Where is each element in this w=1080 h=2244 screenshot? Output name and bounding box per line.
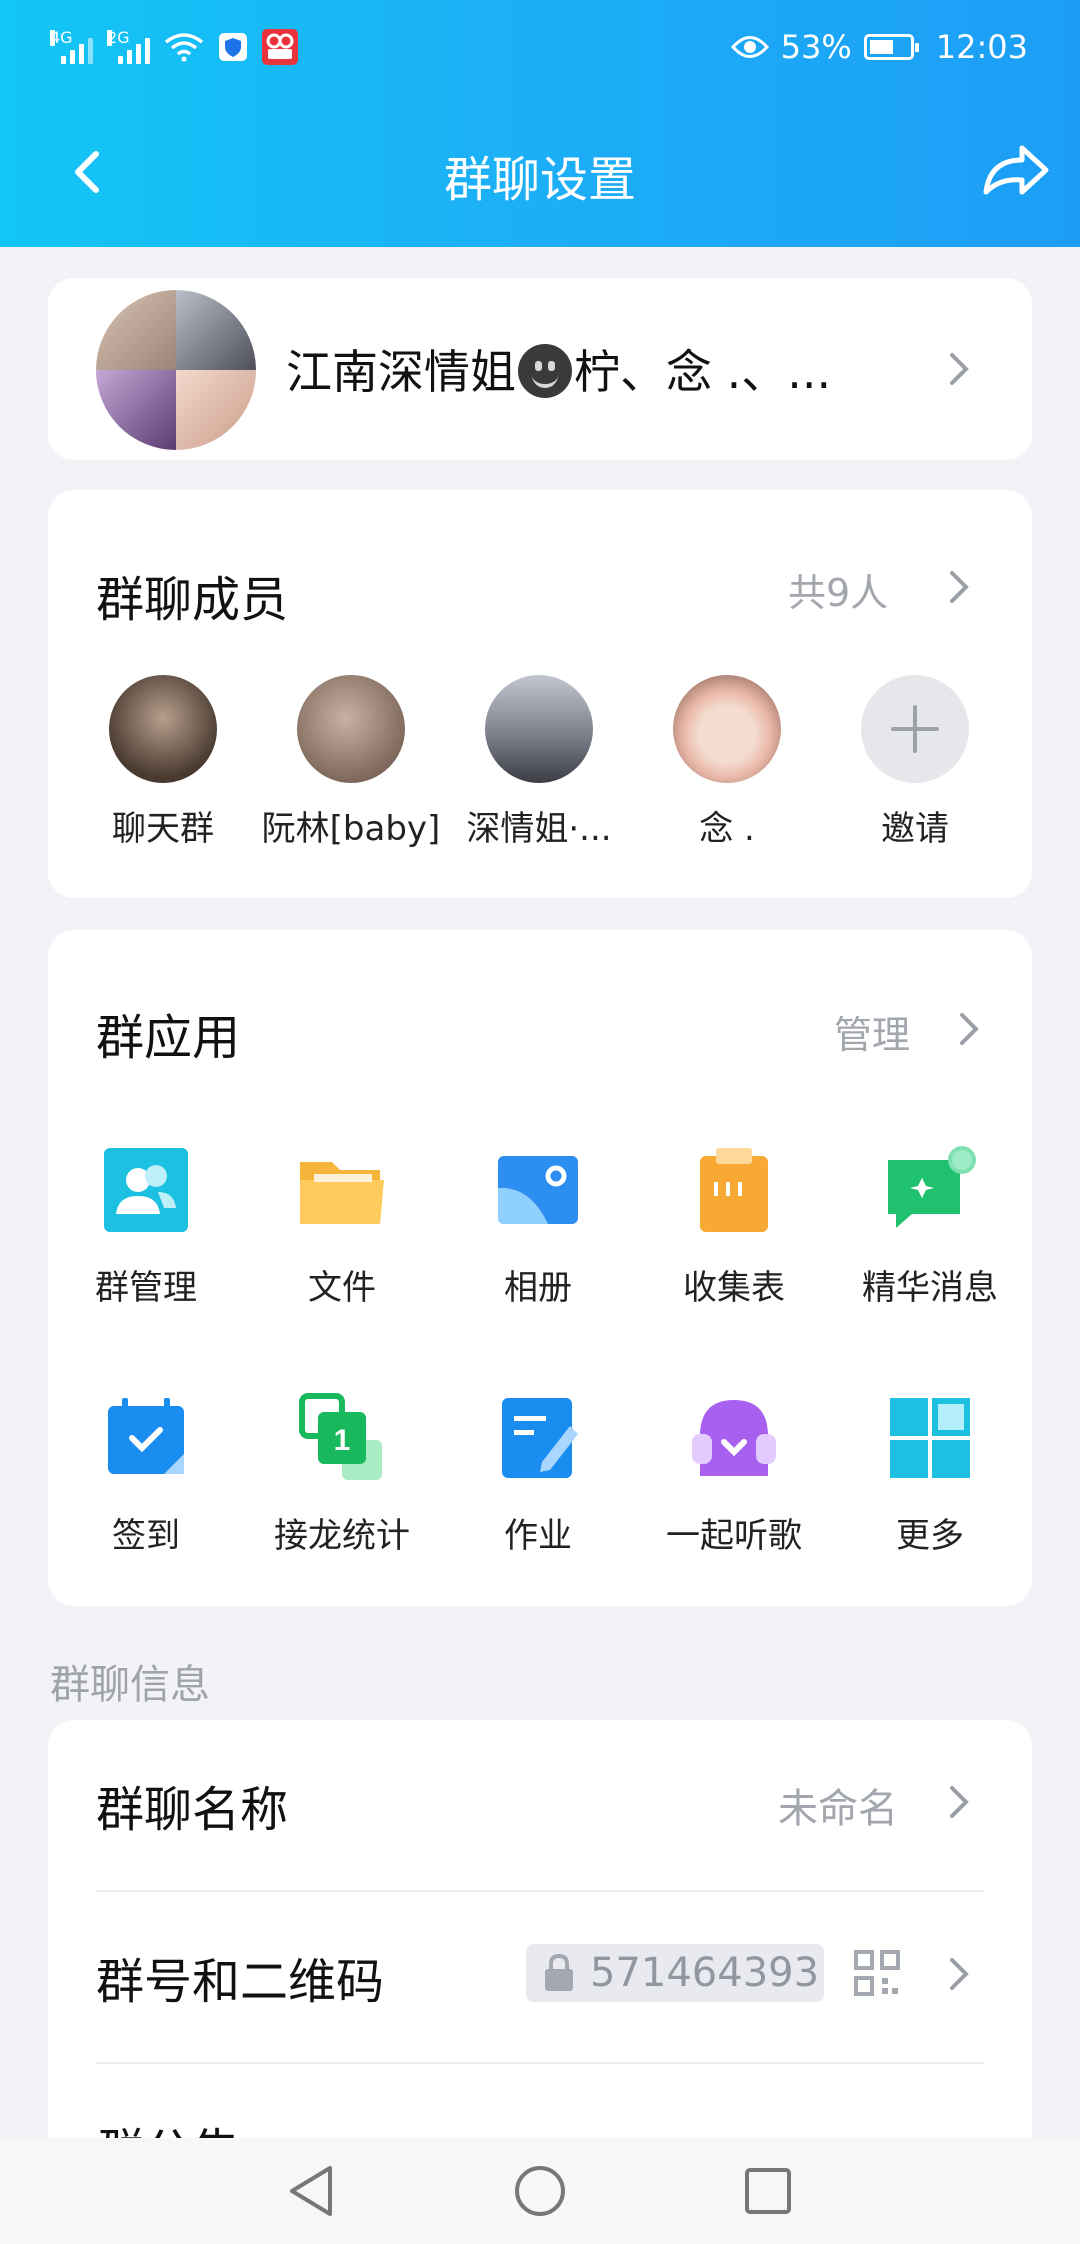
app-label: 接龙统计 — [274, 1516, 410, 1556]
network-type-1: 4G — [50, 28, 73, 47]
app-label: 群管理 — [95, 1268, 197, 1308]
svg-text:1: 1 — [334, 1424, 351, 1457]
system-nav-bar — [0, 2138, 1080, 2244]
invite-button[interactable]: 邀请 — [825, 675, 1005, 850]
group-name-suffix: 柠、念 .、... — [574, 345, 832, 399]
avatar — [673, 675, 781, 783]
app-label: 精华消息 — [862, 1268, 998, 1308]
share-icon[interactable] — [980, 140, 1050, 200]
page-title: 群聊设置 — [443, 152, 636, 208]
app-label: 文件 — [308, 1268, 376, 1308]
nav-home-icon[interactable] — [513, 2164, 567, 2218]
avatar — [109, 675, 217, 783]
status-bar: 4G 2G 53% 12:03 — [0, 0, 1080, 100]
app-album[interactable]: 相册 — [440, 1142, 636, 1309]
chevron-right-icon — [950, 1958, 969, 1990]
group-manage-icon — [98, 1142, 194, 1238]
homework-icon — [490, 1390, 586, 1486]
album-icon — [490, 1142, 586, 1238]
member-item[interactable]: 深情姐·... — [449, 675, 629, 850]
members-card: 群聊成员 共9人 聊天群 阮林[baby] 深情姐·... 念 . 邀请 — [48, 490, 1032, 898]
group-name-value: 未命名 — [778, 1786, 898, 1832]
apps-title: 群应用 — [96, 1010, 241, 1066]
app-label: 签到 — [112, 1516, 180, 1556]
grid-more-icon — [882, 1390, 978, 1486]
app-homework[interactable]: 作业 — [440, 1390, 636, 1557]
member-name: 阮林[baby] — [261, 809, 441, 849]
member-count[interactable]: 共9人 — [788, 562, 888, 617]
battery-percent: 53% — [780, 28, 852, 66]
app-notification-icon — [262, 29, 298, 65]
app-label: 作业 — [504, 1516, 572, 1556]
divider — [96, 2062, 984, 2064]
essence-message-icon — [882, 1142, 978, 1238]
member-item[interactable]: 聊天群 — [73, 675, 253, 850]
row-label: 群聊名称 — [96, 1782, 289, 1838]
avatar — [485, 675, 593, 783]
wifi-icon — [164, 33, 204, 62]
group-notice-row[interactable]: 群公告 — [96, 2112, 240, 2140]
member-name: 念 . — [699, 809, 755, 849]
listen-together-icon — [686, 1390, 782, 1486]
group-name-row[interactable]: 群聊名称 未命名 — [48, 1720, 1032, 1890]
add-icon — [861, 675, 969, 783]
nav-recents-icon[interactable] — [744, 2167, 792, 2215]
app-label: 相册 — [504, 1268, 572, 1308]
clock: 12:03 — [935, 28, 1028, 66]
group-id-row[interactable]: 群号和二维码 571464393 — [48, 1892, 1032, 2062]
app-files[interactable]: 文件 — [244, 1142, 440, 1309]
network-type-2: 2G — [107, 28, 130, 47]
group-id-value: 571464393 — [590, 1950, 820, 1996]
group-name: 江南深情姐 柠、念 .、... — [286, 336, 831, 402]
battery-icon — [863, 34, 919, 60]
invite-label: 邀请 — [881, 809, 949, 849]
calendar-check-icon — [98, 1390, 194, 1486]
app-collection-form[interactable]: 收集表 — [636, 1142, 832, 1309]
clipboard-icon — [686, 1142, 782, 1238]
signal-4g-icon: 4G — [50, 30, 93, 64]
shield-icon — [219, 33, 247, 61]
app-label: 一起听歌 — [666, 1516, 802, 1556]
avatar — [297, 675, 405, 783]
app-label: 收集表 — [683, 1268, 785, 1308]
nav-back-icon[interactable] — [286, 2164, 336, 2218]
group-id-badge: 571464393 — [526, 1944, 824, 2002]
qr-code-icon[interactable] — [854, 1950, 900, 1996]
app-more[interactable]: 更多 — [832, 1390, 1028, 1557]
app-listen-together[interactable]: 一起听歌 — [636, 1390, 832, 1557]
group-profile-card[interactable]: 江南深情姐 柠、念 .、... — [48, 278, 1032, 460]
group-avatar — [96, 290, 256, 450]
signal-2g-icon: 2G — [107, 30, 150, 64]
app-label: 更多 — [896, 1516, 964, 1556]
member-name: 深情姐·... — [466, 809, 612, 849]
chevron-right-icon[interactable] — [956, 1009, 982, 1049]
app-header: 4G 2G 53% 12:03 群聊设置 — [0, 0, 1080, 247]
status-right: 53% 12:03 — [730, 22, 1028, 72]
chevron-right-icon — [950, 1786, 969, 1818]
lock-icon — [545, 1953, 573, 1991]
member-name: 聊天群 — [112, 809, 214, 849]
app-group-manage[interactable]: 群管理 — [48, 1142, 244, 1309]
eye-icon — [730, 36, 769, 58]
group-apps-card: 群应用 管理 群管理 文件 相册 收集表 精华消息 签到 1 接龙统计 作业 一… — [48, 930, 1032, 1606]
group-name-prefix: 江南深情姐 — [286, 345, 516, 399]
smiley-emoji-icon — [518, 344, 572, 398]
section-label: 群聊信息 — [50, 1662, 210, 1708]
group-info-card: 群聊名称 未命名 群号和二维码 571464393 群公告 — [48, 1720, 1032, 2140]
app-essence-messages[interactable]: 精华消息 — [832, 1142, 1028, 1309]
folder-icon — [294, 1142, 390, 1238]
member-item[interactable]: 念 . — [637, 675, 817, 850]
chain-stat-icon: 1 — [294, 1390, 390, 1486]
app-check-in[interactable]: 签到 — [48, 1390, 244, 1557]
chevron-right-icon[interactable] — [946, 567, 972, 607]
chevron-right-icon — [950, 353, 969, 385]
members-title: 群聊成员 — [96, 572, 289, 628]
status-left: 4G 2G — [50, 22, 298, 72]
app-chain-statistics[interactable]: 1 接龙统计 — [244, 1390, 440, 1557]
row-label: 群号和二维码 — [96, 1954, 385, 2010]
member-item[interactable]: 阮林[baby] — [261, 675, 441, 850]
manage-link[interactable]: 管理 — [834, 1004, 910, 1059]
